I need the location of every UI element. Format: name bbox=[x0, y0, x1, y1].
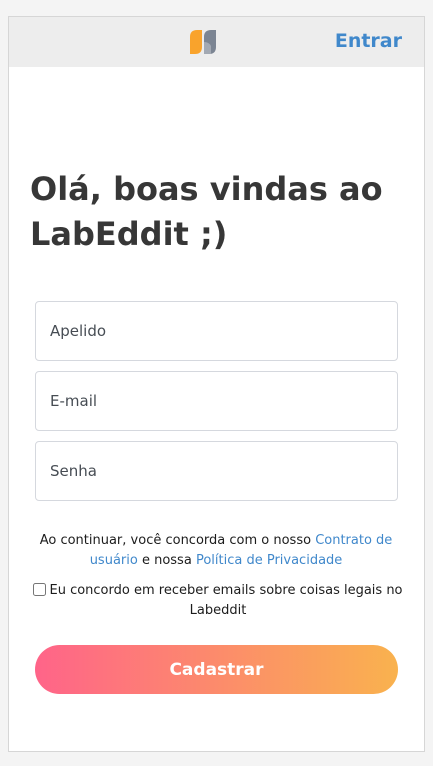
email-optin[interactable]: Eu concordo em receber emails sobre cois… bbox=[29, 581, 407, 621]
signup-screen: Entrar Olá, boas vindas ao LabEddit ;) A… bbox=[8, 16, 425, 752]
privacy-policy-link[interactable]: Política de Privacidade bbox=[196, 553, 342, 568]
email-optin-checkbox[interactable] bbox=[33, 583, 47, 596]
password-input[interactable] bbox=[35, 441, 398, 501]
nickname-input[interactable] bbox=[35, 301, 398, 361]
header: Entrar bbox=[9, 17, 424, 67]
signup-button[interactable]: Cadastrar bbox=[35, 645, 398, 694]
email-input[interactable] bbox=[35, 371, 398, 431]
login-link[interactable]: Entrar bbox=[335, 30, 402, 52]
terms-middle: e nossa bbox=[137, 553, 196, 568]
terms-notice: Ao continuar, você concorda com o nosso … bbox=[31, 531, 401, 571]
email-optin-label: Eu concordo em receber emails sobre cois… bbox=[49, 583, 403, 618]
page-title: Olá, boas vindas ao LabEddit ;) bbox=[30, 170, 383, 253]
terms-prefix: Ao continuar, você concorda com o nosso bbox=[39, 533, 316, 548]
labeddit-logo-icon bbox=[190, 30, 216, 54]
